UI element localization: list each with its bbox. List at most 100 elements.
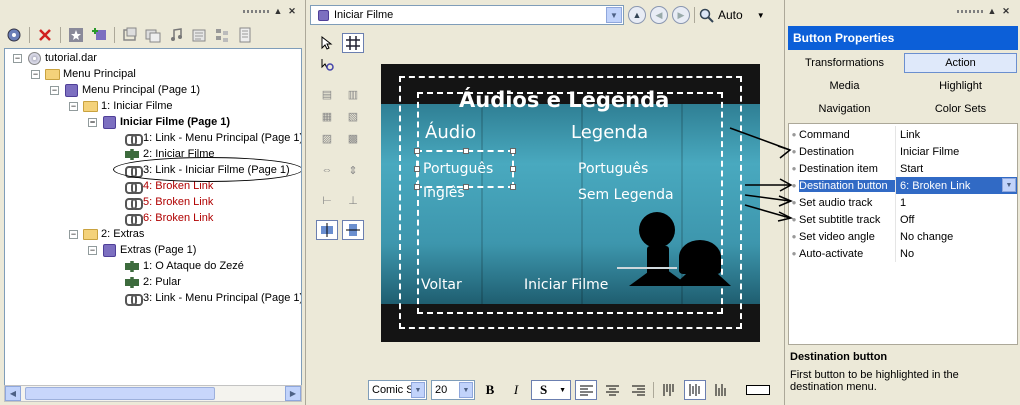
tree-item-menu-principal[interactable]: − Menu Principal: [31, 66, 136, 82]
tree-item-button[interactable]: 2: Pular: [124, 274, 181, 290]
collapse-toggle[interactable]: −: [31, 69, 40, 79]
prop-value[interactable]: Link: [895, 126, 1017, 143]
resize-handle[interactable]: [510, 166, 516, 172]
prop-row-audio-track[interactable]: ● Set audio track 1: [789, 194, 1017, 211]
prop-row-destination-item[interactable]: ● Destination item Start: [789, 160, 1017, 177]
pointer-tool-icon[interactable]: [316, 33, 338, 53]
add-image-icon[interactable]: [189, 25, 209, 45]
align-center-icon[interactable]: ▦: [316, 106, 338, 126]
menu-select[interactable]: Iniciar Filme ▼: [310, 5, 624, 25]
menu-title[interactable]: Áudios e Legenda: [459, 88, 669, 112]
resize-handle[interactable]: [414, 148, 420, 154]
disc-settings-icon[interactable]: [4, 25, 24, 45]
next-icon[interactable]: ▶: [672, 6, 690, 24]
previous-icon[interactable]: ◀: [650, 6, 668, 24]
tree-item-button[interactable]: 3: Link - Menu Principal (Page 1): [124, 290, 301, 306]
collapse-icon[interactable]: ▲: [273, 6, 283, 16]
start-movie-button[interactable]: Iniciar Filme: [524, 277, 608, 293]
space-horizontal-icon[interactable]: ⇔: [316, 160, 338, 180]
collapse-toggle[interactable]: −: [69, 101, 78, 111]
prop-value[interactable]: Start: [895, 160, 1017, 177]
align-right-icon[interactable]: ▨: [316, 128, 338, 148]
valign-bottom-icon[interactable]: [710, 380, 732, 400]
tree-hscrollbar[interactable]: ◀ ▶: [4, 385, 302, 402]
tree-item-broken-link[interactable]: 5: Broken Link: [124, 194, 213, 210]
tree-item-iniciar-filme-page[interactable]: − Iniciar Filme (Page 1): [88, 114, 230, 130]
tree-item-button[interactable]: 1: Link - Menu Principal (Page 1): [124, 130, 301, 146]
font-size-select[interactable]: 20 ▼: [431, 380, 475, 400]
tree-item-broken-link[interactable]: 6: Broken Link: [124, 210, 213, 226]
same-width-icon[interactable]: ⊢: [316, 190, 338, 210]
add-slideshow-icon[interactable]: [120, 25, 140, 45]
collapse-toggle[interactable]: −: [69, 229, 78, 239]
tab-transformations[interactable]: Transformations: [788, 53, 901, 73]
prop-row-video-angle[interactable]: ● Set video angle No change: [789, 228, 1017, 245]
shadow-button[interactable]: S ▼: [531, 380, 571, 400]
subtitle-heading[interactable]: Legenda: [571, 122, 648, 143]
grip-dots[interactable]: [243, 9, 269, 13]
align-bottom-icon[interactable]: ▩: [342, 128, 364, 148]
add-movie-icon[interactable]: [143, 25, 163, 45]
zoom-dropdown-icon[interactable]: ▼: [757, 11, 765, 20]
prop-row-auto-activate[interactable]: ● Auto-activate No: [789, 245, 1017, 262]
tree-item-button[interactable]: 1: O Ataque do Zezé: [124, 258, 244, 274]
tree-item-iniciar-filme-folder[interactable]: − 1: Iniciar Filme: [69, 98, 173, 114]
audio-heading[interactable]: Áudio: [425, 122, 476, 143]
grid-tool-icon[interactable]: [342, 33, 364, 53]
resize-handle[interactable]: [414, 166, 420, 172]
prop-value[interactable]: 1: [895, 194, 1017, 211]
collapse-toggle[interactable]: −: [13, 53, 22, 63]
italic-button[interactable]: I: [505, 380, 527, 400]
collapse-toggle[interactable]: −: [50, 85, 59, 95]
prop-row-command[interactable]: ● Command Link: [789, 126, 1017, 143]
tree-item-disc[interactable]: − tutorial.dar: [13, 50, 97, 66]
tree-item-menu-principal-page[interactable]: − Menu Principal (Page 1): [50, 82, 200, 98]
scroll-thumb[interactable]: [25, 387, 215, 400]
same-height-icon[interactable]: ⊥: [342, 190, 364, 210]
valign-middle-icon[interactable]: [684, 380, 706, 400]
resize-handle[interactable]: [414, 184, 420, 190]
scroll-right-icon[interactable]: ▶: [285, 386, 301, 401]
align-middle-icon[interactable]: ▧: [342, 106, 364, 126]
collapse-toggle[interactable]: −: [88, 117, 97, 127]
align-text-right-icon[interactable]: [627, 380, 649, 400]
zoom-icon[interactable]: [699, 8, 714, 23]
close-icon[interactable]: ✕: [1001, 6, 1011, 16]
tab-highlight[interactable]: Highlight: [904, 76, 1017, 96]
prop-row-destination-button[interactable]: ● Destination button 6: Broken Link ▼: [789, 177, 1017, 194]
tab-media[interactable]: Media: [788, 76, 901, 96]
add-submenu-icon[interactable]: [89, 25, 109, 45]
add-text-icon[interactable]: [235, 25, 255, 45]
add-audio-icon[interactable]: [166, 25, 186, 45]
add-menu-icon[interactable]: [66, 25, 86, 45]
font-select[interactable]: Comic S ▼: [368, 380, 427, 400]
chevron-down-icon[interactable]: ▼: [606, 7, 622, 23]
subtitle-none-button[interactable]: Sem Legenda: [578, 187, 674, 203]
resize-handle[interactable]: [463, 148, 469, 154]
add-playlist-icon[interactable]: [212, 25, 232, 45]
prop-row-destination[interactable]: ● Destination Iniciar Filme: [789, 143, 1017, 160]
prop-value[interactable]: No: [895, 245, 1017, 262]
align-left-icon[interactable]: ▤: [316, 84, 338, 104]
prop-value[interactable]: No change: [895, 228, 1017, 245]
prop-row-subtitle-track[interactable]: ● Set subtitle track Off: [789, 211, 1017, 228]
tree-item-extras-page[interactable]: − Extras (Page 1): [88, 242, 196, 258]
align-top-icon[interactable]: ▥: [342, 84, 364, 104]
delete-icon[interactable]: [35, 25, 55, 45]
prop-value[interactable]: Off: [895, 211, 1017, 228]
prop-value-select[interactable]: 6: Broken Link ▼: [895, 177, 1017, 194]
zoom-value[interactable]: Auto: [718, 8, 743, 22]
align-text-center-icon[interactable]: [601, 380, 623, 400]
bold-button[interactable]: B: [479, 380, 501, 400]
up-icon[interactable]: ▲: [628, 6, 646, 24]
chevron-down-icon[interactable]: ▼: [411, 382, 425, 398]
resize-handle[interactable]: [510, 148, 516, 154]
center-horizontal-icon[interactable]: [316, 220, 338, 240]
selected-button-frame[interactable]: [414, 148, 516, 190]
space-vertical-icon[interactable]: ⇕: [342, 160, 364, 180]
resize-handle[interactable]: [510, 184, 516, 190]
tab-navigation[interactable]: Navigation: [788, 99, 901, 119]
tree-item-extras-folder[interactable]: − 2: Extras: [69, 226, 144, 242]
align-text-left-icon[interactable]: [575, 380, 597, 400]
chevron-down-icon[interactable]: ▼: [1002, 178, 1016, 192]
